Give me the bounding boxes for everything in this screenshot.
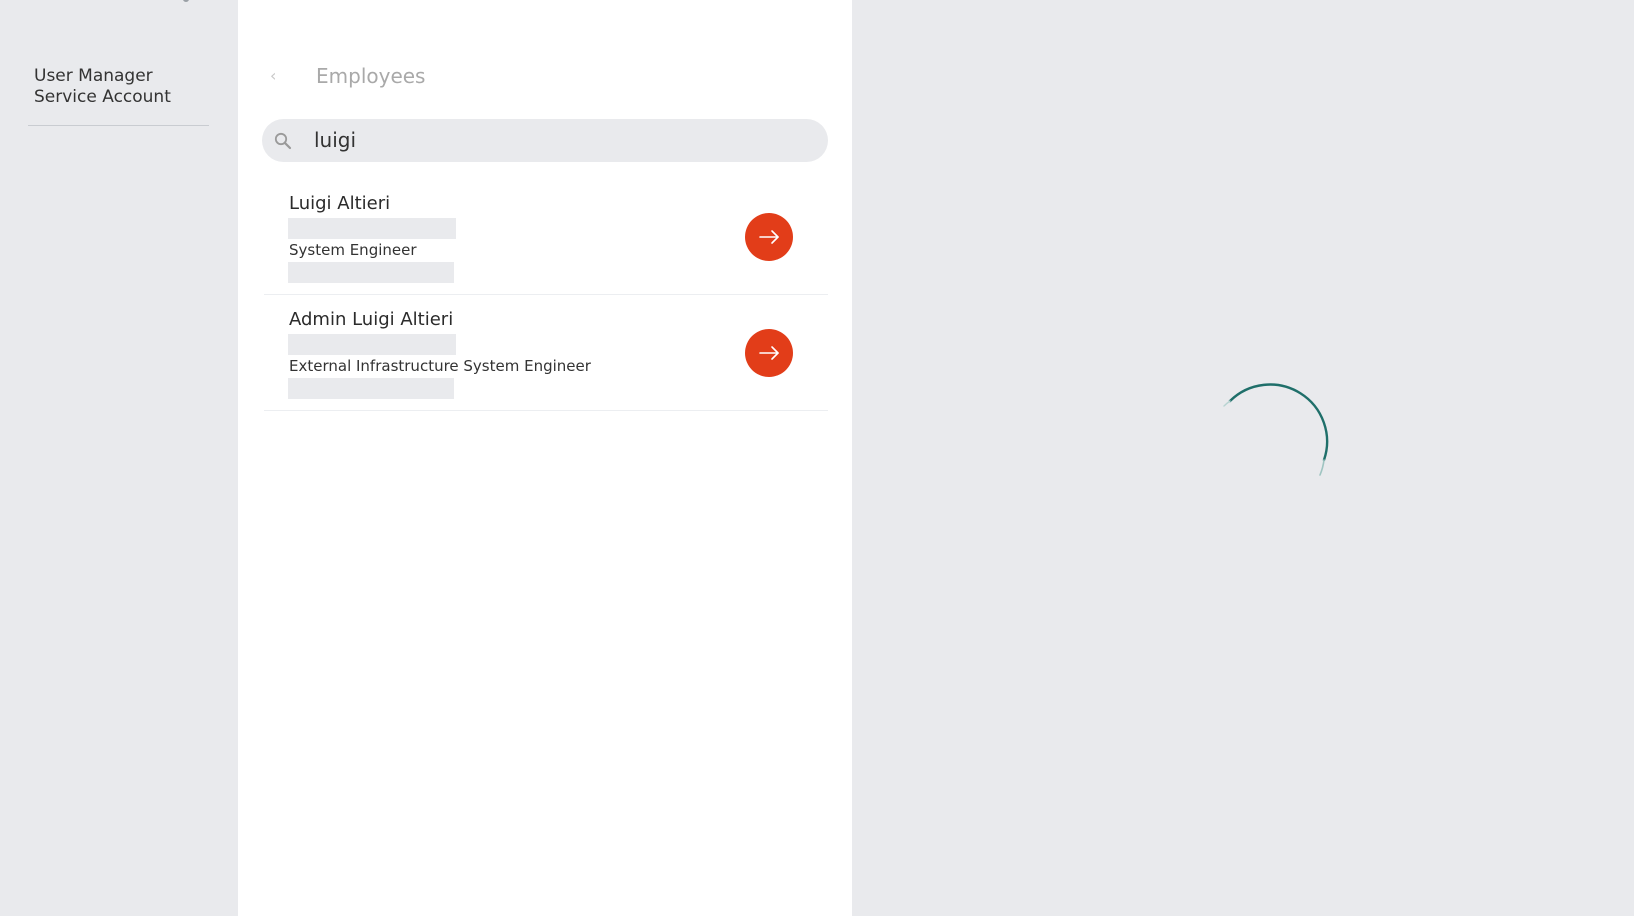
app-window: User Manager Service Account ‹ Employees… bbox=[0, 0, 1634, 916]
employee-role: System Engineer bbox=[289, 241, 417, 259]
arrow-right-icon bbox=[759, 230, 779, 244]
redacted-field bbox=[288, 262, 454, 283]
employee-name: Luigi Altieri bbox=[289, 193, 391, 214]
panel-header: ‹ Employees bbox=[238, 56, 852, 96]
results-list: Luigi Altieri System Engineer Admin Luig… bbox=[264, 179, 828, 411]
account-info: User Manager Service Account bbox=[34, 66, 171, 108]
list-item[interactable]: Luigi Altieri System Engineer bbox=[264, 179, 828, 295]
open-employee-button[interactable] bbox=[745, 213, 793, 261]
search-icon bbox=[274, 132, 292, 150]
employee-role: External Infrastructure System Engineer bbox=[289, 357, 591, 375]
employee-list-panel: ‹ Employees Luigi Altieri System Enginee… bbox=[238, 0, 852, 916]
redacted-field bbox=[288, 218, 456, 239]
menu-dot-icon[interactable] bbox=[183, 0, 189, 2]
panel-title: Employees bbox=[316, 64, 426, 88]
arrow-right-icon bbox=[759, 346, 779, 360]
loading-spinner-icon bbox=[1223, 383, 1329, 476]
redacted-field bbox=[288, 378, 454, 399]
sidebar: User Manager Service Account bbox=[0, 0, 238, 916]
search-bar[interactable] bbox=[262, 119, 828, 162]
search-input[interactable] bbox=[314, 125, 794, 155]
redacted-field bbox=[288, 334, 456, 355]
open-employee-button[interactable] bbox=[745, 329, 793, 377]
account-name: User Manager bbox=[34, 66, 153, 86]
chevron-left-icon[interactable]: ‹ bbox=[270, 66, 276, 85]
employee-name: Admin Luigi Altieri bbox=[289, 309, 454, 330]
list-item[interactable]: Admin Luigi Altieri External Infrastruct… bbox=[264, 295, 828, 411]
account-type: Service Account bbox=[34, 87, 171, 107]
sidebar-divider bbox=[28, 125, 209, 126]
detail-pane bbox=[852, 0, 1634, 916]
